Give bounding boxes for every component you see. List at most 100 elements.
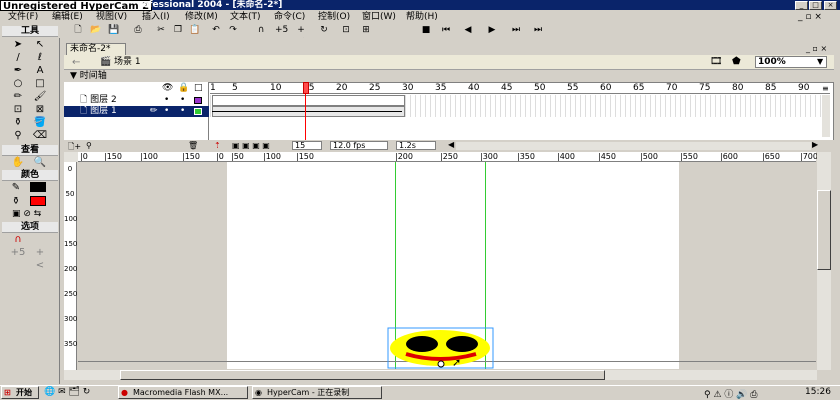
maximize-button[interactable]: □ <box>809 1 822 10</box>
scene-icon: 🎬 <box>100 57 112 67</box>
taskbar-item-hypercam[interactable]: ◉ HyperCam - 正在录制 <box>252 386 382 399</box>
doc-window-controls-icon[interactable]: _ ▫ × <box>806 44 827 53</box>
copy-icon[interactable]: ❐ <box>172 25 184 36</box>
color-options-icons[interactable]: ▣ ⊘ ⇆ <box>12 209 41 219</box>
scale-icon[interactable]: ⊡ <box>340 25 352 36</box>
frame-number: 5 <box>232 83 238 93</box>
magnet-icon[interactable]: ∩ <box>255 25 267 36</box>
timeline-menu-icon[interactable]: ≡ <box>822 84 829 93</box>
back-arrow-icon[interactable]: ← <box>72 57 80 68</box>
menu-text[interactable]: 文本(T) <box>230 11 261 24</box>
eye-icon[interactable]: 👁 <box>162 83 173 93</box>
close-button[interactable]: × <box>824 1 837 10</box>
options-header: 选项 <box>2 222 58 233</box>
fill-color-swatch[interactable] <box>30 196 46 206</box>
rewind-icon[interactable]: ⏮ <box>440 25 452 36</box>
layer2-frames[interactable] <box>212 95 405 106</box>
smooth-option-icon[interactable]: +5 <box>10 246 26 259</box>
undo-icon[interactable]: ↶ <box>210 25 222 36</box>
oval-tool-icon[interactable]: ○ <box>10 77 26 90</box>
straighten-icon[interactable]: +< <box>295 25 307 46</box>
new-file-icon[interactable]: 🗋 <box>72 25 84 36</box>
menu-control[interactable]: 控制(O) <box>318 11 350 24</box>
add-guide-icon[interactable]: ⚲ <box>86 141 92 150</box>
open-file-icon[interactable]: 📂 <box>90 25 102 36</box>
pen-tool-icon[interactable]: ✒ <box>10 64 26 77</box>
frame-number: 65 <box>633 83 645 93</box>
cut-icon[interactable]: ✂ <box>155 25 167 36</box>
paint-bucket-tool-icon[interactable]: 🪣 <box>32 116 48 129</box>
start-button[interactable]: ⊞ 开始 <box>1 386 39 399</box>
tray-icons[interactable]: ⚲ ⚠ ⓘ 🔊 ⎙ <box>704 387 758 400</box>
ink-bottle-tool-icon[interactable]: ⚱ <box>10 116 26 129</box>
menu-modify[interactable]: 修改(M) <box>185 11 218 24</box>
zoom-tool-icon[interactable]: 🔍 <box>32 156 48 169</box>
free-transform-tool-icon[interactable]: ⊡ <box>10 103 26 116</box>
fill-transform-tool-icon[interactable]: ⊠ <box>32 103 48 116</box>
lock-icon[interactable]: 🔒 <box>178 83 189 93</box>
vscroll-thumb[interactable] <box>817 190 831 270</box>
redo-icon[interactable]: ↷ <box>227 25 239 36</box>
eraser-tool-icon[interactable]: ⌫ <box>32 129 48 142</box>
smooth-icon[interactable]: +5 <box>275 25 288 36</box>
lasso-tool-icon[interactable]: ℓ <box>32 51 48 64</box>
snap-magnet-icon[interactable]: ∩ <box>10 233 26 246</box>
center-frame-icon[interactable]: ⇡ <box>214 141 221 150</box>
eyedropper-tool-icon[interactable]: ⚲ <box>10 129 26 142</box>
stop-icon[interactable]: ■ <box>420 25 432 36</box>
quick-launch-icons[interactable]: 🌐 ✉ 🗂 ↻ <box>44 387 90 397</box>
align-icon[interactable]: ⊞ <box>360 25 372 36</box>
step-forward-icon[interactable]: ⏭ <box>510 25 522 36</box>
menu-commands[interactable]: 命令(C) <box>274 11 305 24</box>
rotate-icon[interactable]: ↻ <box>318 25 330 36</box>
play-icon[interactable]: ▶ <box>486 25 498 36</box>
minimize-button[interactable]: _ <box>795 1 808 10</box>
edit-symbol-icon[interactable]: ⬟ <box>732 56 741 67</box>
layer-row[interactable]: 🗋 图层 2 • • <box>64 95 209 106</box>
scroll-right-icon[interactable]: ▶ <box>812 140 818 149</box>
save-icon[interactable]: 💾 <box>108 25 120 36</box>
menu-help[interactable]: 帮助(H) <box>406 11 438 24</box>
frame-number: 60 <box>600 83 612 93</box>
menu-file[interactable]: 文件(F) <box>8 11 38 24</box>
rectangle-tool-icon[interactable]: □ <box>32 77 48 90</box>
pencil-tool-icon[interactable]: ✏ <box>10 90 26 103</box>
menu-insert[interactable]: 插入(I) <box>142 11 170 24</box>
hand-tool-icon[interactable]: ✋ <box>10 156 26 169</box>
hypercam-app-icon: ◉ <box>255 388 262 397</box>
text-tool-icon[interactable]: A <box>32 64 48 77</box>
layer-name: 图层 1 <box>90 106 117 116</box>
paste-icon[interactable]: 📋 <box>189 25 201 36</box>
ruler-label: |600 <box>720 152 738 161</box>
line-tool-icon[interactable]: / <box>10 51 26 64</box>
delete-layer-icon[interactable]: 🗑 <box>188 141 198 150</box>
menu-view[interactable]: 视图(V) <box>96 11 127 24</box>
ruler-label: |100 <box>263 152 281 161</box>
layer-row-selected[interactable]: 🗋 图层 1 ✏ • • <box>64 106 209 117</box>
timeline-vscroll[interactable] <box>822 95 830 137</box>
menu-edit[interactable]: 编辑(E) <box>52 11 83 24</box>
straighten-option-icon[interactable]: +< <box>32 246 48 271</box>
scroll-left-icon[interactable]: ◀ <box>448 140 454 149</box>
playhead[interactable] <box>303 82 309 94</box>
hscroll-thumb[interactable] <box>120 370 605 380</box>
stroke-color-swatch[interactable] <box>30 182 46 192</box>
smiley-face[interactable] <box>386 326 496 370</box>
transform-point[interactable] <box>437 360 445 368</box>
menu-window[interactable]: 窗口(W) <box>362 11 396 24</box>
brush-tool-icon[interactable]: 🖌 <box>32 90 48 103</box>
print-icon[interactable]: ⎙ <box>132 25 144 36</box>
go-to-end-icon[interactable]: ⏭ <box>532 25 544 36</box>
arrow-tool-icon[interactable]: ➤ <box>10 38 26 51</box>
subselect-tool-icon[interactable]: ↖ <box>32 38 48 51</box>
outline-icon[interactable]: □ <box>194 83 203 93</box>
ruler-label: |0 <box>216 152 224 161</box>
edit-scene-icon[interactable]: 🎞 <box>710 56 723 67</box>
taskbar-item-flash[interactable]: ● Macromedia Flash MX... <box>118 386 248 399</box>
step-back-icon[interactable]: ◀ <box>462 25 474 36</box>
document-tab[interactable]: 未命名-2* <box>66 43 126 55</box>
timeline-hscroll[interactable] <box>456 142 811 150</box>
onion-skin-icons[interactable]: ▣ ▣ ▣ ▣ <box>232 141 270 150</box>
chevron-down-icon[interactable]: ▼ <box>817 57 823 66</box>
menu-restore-icons[interactable]: _ ▫ × <box>798 12 822 22</box>
